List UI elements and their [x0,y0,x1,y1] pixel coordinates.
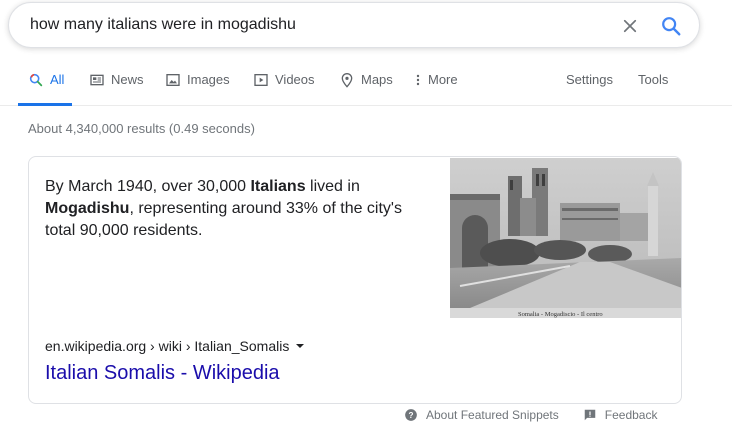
cite-url: en.wikipedia.org › wiki › Italian_Somali… [45,338,290,354]
snippet-footer: ? About Featured Snippets Feedback [404,408,657,422]
tab-all[interactable]: All [18,72,72,106]
video-icon [254,74,268,86]
tab-settings-label: Settings [566,72,613,87]
svg-text:?: ? [409,411,414,420]
feedback-icon [584,409,596,421]
search-box[interactable] [8,2,700,48]
news-icon [90,74,104,86]
tab-tools-label: Tools [638,72,669,87]
tab-maps[interactable]: Maps [339,72,393,106]
tab-images-label: Images [187,72,230,87]
search-input[interactable] [30,16,590,34]
tab-images[interactable]: Images [165,72,230,106]
caret-down-icon[interactable] [295,341,305,351]
snippet-text-part: lived in [305,178,360,195]
tab-tools[interactable]: Tools [638,72,668,106]
result-cite: en.wikipedia.org › wiki › Italian_Somali… [45,338,305,354]
help-icon: ? [405,409,417,421]
search-tabs: All News Images Videos Maps More Setting… [0,64,732,106]
snippet-photo[interactable]: Somalia - Mogadiscio - Il centro [450,158,682,318]
snippet-text-part: By March 1940, over 30,000 [45,178,251,195]
feedback-link[interactable]: Feedback [583,408,658,422]
about-featured-snippets-label: About Featured Snippets [426,408,559,422]
tab-videos-label: Videos [275,72,315,87]
image-icon [166,74,180,86]
clear-icon[interactable] [621,17,639,35]
tab-maps-label: Maps [361,72,393,87]
tab-settings[interactable]: Settings [566,72,613,106]
search-icon[interactable] [660,15,682,37]
photo-caption: Somalia - Mogadiscio - Il centro [518,311,603,318]
map-pin-icon [341,73,353,88]
snippet-text: By March 1940, over 30,000 Italians live… [45,176,425,242]
more-vert-icon [416,74,420,86]
featured-snippet-card: By March 1940, over 30,000 Italians live… [28,156,682,404]
tab-news-label: News [111,72,144,87]
tab-videos[interactable]: Videos [253,72,315,106]
snippet-keyword-italians: Italians [250,178,306,195]
feedback-label: Feedback [604,408,658,422]
result-title-link[interactable]: Italian Somalis - Wikipedia [45,362,280,385]
snippet-keyword-mogadishu: Mogadishu [45,200,130,217]
tab-more[interactable]: More [414,72,458,106]
tab-more-label: More [428,72,458,87]
search-icon [29,73,43,87]
tab-news[interactable]: News [89,72,144,106]
tab-all-label: All [50,72,65,87]
about-featured-snippets-link[interactable]: ? About Featured Snippets [404,408,559,422]
result-stats: About 4,340,000 results (0.49 seconds) [28,121,255,136]
